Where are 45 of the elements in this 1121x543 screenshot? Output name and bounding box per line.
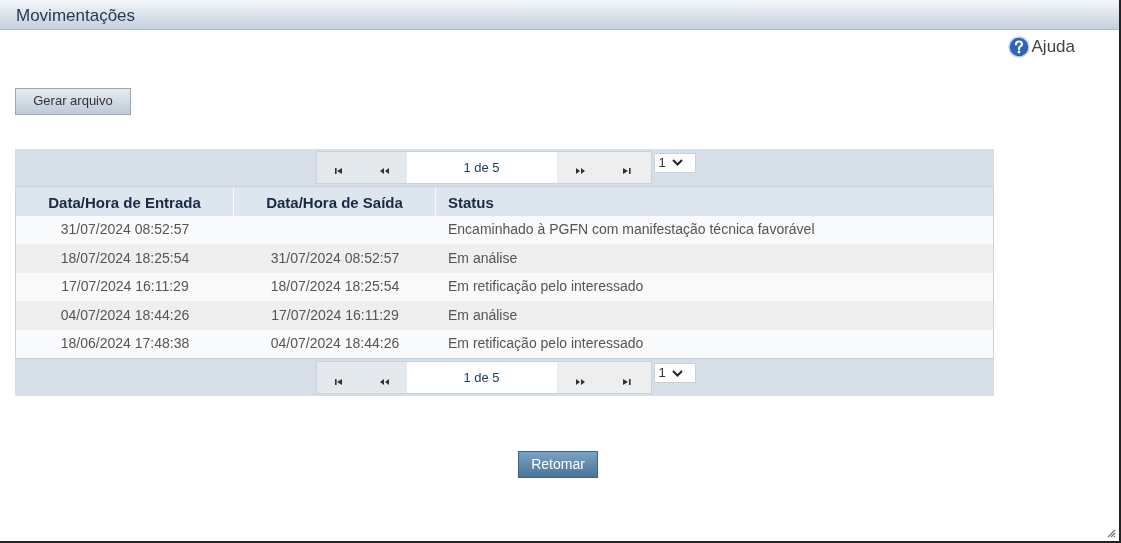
table-cell-text: 17/07/2024 16:11:29	[60, 277, 190, 297]
table-cell-text: 31/07/2024 08:52:57	[59, 220, 191, 240]
generate-file-button[interactable]: Gerar arquivo	[15, 87, 131, 115]
table-cell-text: 17/07/2024 16:11:29	[270, 305, 400, 325]
table-cell-text: Em retificação pelo interessado	[447, 334, 645, 354]
table-cell-text: 18/07/2024 18:25:54	[59, 248, 191, 268]
window-title: Movimentações	[16, 6, 136, 25]
return-button[interactable]: Retomar	[518, 451, 598, 478]
page-indicator: 1 de 5	[406, 362, 557, 393]
table-cell-text: 04/07/2024 18:44:26	[59, 305, 191, 325]
last-page-button[interactable]	[603, 151, 651, 183]
page-select[interactable]: 1	[653, 152, 696, 173]
table-cell-text: 18/06/2024 17:48:38	[59, 334, 191, 354]
table-cell-text: Encaminhado à PGFN com manifestação técnica favorável	[447, 220, 816, 240]
previous-page-button[interactable]	[361, 151, 407, 183]
table-cell-text: 04/07/2024 18:44:26	[269, 334, 401, 354]
next-page-button[interactable]	[556, 151, 604, 183]
resize-grip-icon	[1107, 529, 1116, 538]
last-page-button[interactable]	[603, 362, 651, 393]
next-page-button[interactable]	[556, 362, 604, 393]
column-header: Data/Hora de Saída	[234, 186, 436, 216]
help-link[interactable]: Ajuda	[1007, 34, 1075, 60]
table-cell-text: 31/07/2024 08:52:57	[269, 248, 401, 268]
first-page-icon	[333, 377, 345, 386]
previous-page-button[interactable]	[361, 362, 407, 393]
page-indicator: 1 de 5	[406, 151, 557, 183]
column-header: Data/Hora de Entrada	[16, 186, 234, 216]
table-cell-text: Em análise	[447, 305, 519, 325]
next-page-icon	[574, 377, 586, 386]
chevron-down-icon	[671, 159, 683, 166]
column-header: Status	[447, 192, 495, 213]
next-page-icon	[574, 167, 586, 175]
first-page-button[interactable]	[316, 362, 362, 393]
help-icon	[1007, 35, 1030, 58]
first-page-icon	[333, 167, 345, 175]
last-page-icon	[621, 167, 633, 175]
previous-page-icon	[378, 167, 390, 175]
last-page-icon	[621, 377, 633, 386]
table-cell-text: 18/07/2024 18:25:54	[269, 277, 401, 297]
table-cell-text: Em retificação pelo interessado	[447, 277, 645, 297]
page-select[interactable]: 1	[653, 363, 696, 383]
chevron-down-icon	[671, 369, 683, 377]
previous-page-icon	[378, 377, 390, 386]
first-page-button[interactable]	[316, 151, 362, 183]
table-cell-text: Em análise	[447, 248, 519, 268]
